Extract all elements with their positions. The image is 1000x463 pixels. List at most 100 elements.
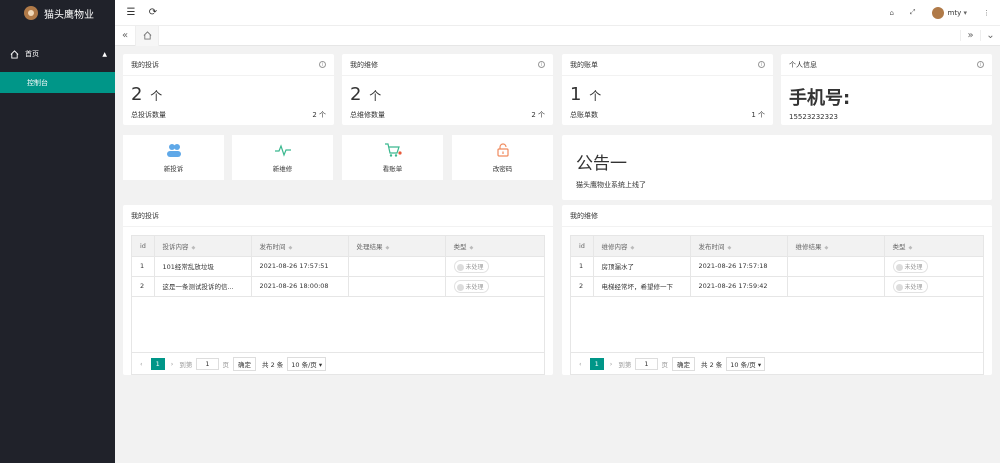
shortcut-new-complaint[interactable]: 新投诉 — [123, 135, 224, 180]
goto-page-input[interactable]: 1 — [635, 357, 658, 370]
cell-id: 2 — [132, 276, 154, 297]
page-unit: 页 — [661, 360, 669, 369]
goto-label: 到第 — [618, 360, 632, 369]
phone-label: 手机号: — [789, 88, 851, 109]
info-icon[interactable]: i — [538, 61, 545, 68]
page-size-select[interactable]: 10 条/页 ▾ — [726, 356, 766, 371]
goto-confirm-button[interactable]: 确定 — [233, 356, 256, 371]
notice-card: 公告一 猫头鹰物业系统上线了 — [562, 135, 992, 200]
col-label: 维修内容 — [601, 242, 628, 251]
pagination: ‹ 1 › 到第 1 页 确定 共 2 条 10 条/页 ▾ — [571, 352, 983, 374]
table-header: id 投诉内容 ◆ 发布时间 ◆ 处理结果 ◆ 类型 ◆ — [132, 236, 544, 257]
tag-icon[interactable]: ⌂ — [889, 9, 893, 17]
stat-card-bills: 我的账单 i 1 个 总账单数 1 个 — [562, 54, 773, 125]
cell-time: 2021-08-26 17:57:51 — [250, 256, 348, 277]
info-icon[interactable]: i — [319, 61, 326, 68]
sort-icon[interactable]: ◆ — [386, 245, 390, 251]
menu-toggle-icon[interactable]: ☰ — [125, 7, 137, 18]
shortcut-new-repair[interactable]: 新维修 — [232, 135, 333, 180]
col-label: 发布时间 — [698, 242, 725, 251]
refresh-icon[interactable]: ⟳ — [147, 7, 159, 18]
table-row[interactable]: 1 房顶漏水了 2021-08-26 17:57:18 未处理 — [571, 256, 983, 277]
pulse-icon — [274, 143, 291, 157]
fullscreen-icon[interactable]: ⤢ — [910, 8, 916, 17]
app-logo[interactable]: 猫头鹰物业 — [0, 0, 115, 26]
col-content[interactable]: 投诉内容 ◆ — [153, 236, 251, 257]
stat-unit: 个 — [150, 89, 163, 103]
col-time[interactable]: 发布时间 ◆ — [689, 236, 787, 257]
cell-time: 2021-08-26 17:59:42 — [689, 276, 787, 297]
shortcut-view-bills[interactable]: 看账单 — [342, 135, 443, 180]
sort-icon[interactable]: ◆ — [470, 245, 474, 251]
page-size-select[interactable]: 10 条/页 ▾ — [287, 356, 327, 371]
chevron-up-icon: ▲ — [102, 50, 107, 58]
card-title: 我的维修 — [350, 60, 378, 69]
avatar — [931, 6, 944, 19]
sort-icon[interactable]: ◆ — [192, 245, 196, 251]
col-time[interactable]: 发布时间 ◆ — [250, 236, 348, 257]
tab-scroll-left-icon[interactable]: « — [115, 30, 135, 41]
col-label: 维修结果 — [795, 242, 822, 251]
pagination: ‹ 1 › 到第 1 页 确定 共 2 条 10 条/页 ▾ — [132, 352, 544, 374]
cell-type: 未处理 — [883, 276, 983, 297]
sidebar-item-console[interactable]: 控制台 — [0, 72, 115, 93]
chevron-down-icon[interactable]: ⌄ — [980, 30, 1000, 41]
cell-id: 1 — [132, 256, 154, 277]
col-type[interactable]: 类型 ◆ — [444, 236, 544, 257]
sort-icon[interactable]: ◆ — [631, 245, 635, 251]
sort-icon[interactable]: ◆ — [909, 245, 913, 251]
goto-confirm-button[interactable]: 确定 — [672, 356, 695, 371]
prev-page-icon[interactable]: ‹ — [140, 360, 143, 368]
col-result[interactable]: 处理结果 ◆ — [347, 236, 445, 257]
stat-label: 总投诉数量 — [131, 111, 166, 119]
status-badge: 未处理 — [892, 259, 928, 273]
cell-result — [347, 276, 445, 297]
col-label: 发布时间 — [259, 242, 286, 251]
home-icon — [10, 49, 19, 59]
next-page-icon[interactable]: › — [610, 360, 613, 368]
user-menu[interactable]: mty ▾ — [931, 6, 967, 19]
panel-title: 我的维修 — [570, 211, 598, 220]
info-icon[interactable]: i — [977, 61, 984, 68]
sort-icon[interactable]: ◆ — [825, 245, 829, 251]
table-row[interactable]: 2 电梯经常坏，希望修一下 2021-08-26 17:59:42 未处理 — [571, 276, 983, 297]
col-result[interactable]: 维修结果 ◆ — [786, 236, 884, 257]
cell-type: 未处理 — [444, 256, 544, 277]
prev-page-icon[interactable]: ‹ — [579, 360, 582, 368]
table-row[interactable]: 2 这是一条测试投诉的信... 2021-08-26 18:00:08 未处理 — [132, 276, 544, 297]
cell-result — [786, 276, 884, 297]
sort-icon[interactable]: ◆ — [728, 245, 732, 251]
tab-scroll-right-icon[interactable]: » — [960, 30, 980, 41]
tab-home[interactable] — [135, 25, 159, 46]
col-content[interactable]: 维修内容 ◆ — [592, 236, 690, 257]
total-count: 共 2 条 — [262, 360, 284, 369]
more-icon[interactable]: ⋮ — [983, 9, 990, 17]
page-current[interactable]: 1 — [589, 357, 604, 370]
info-icon[interactable]: i — [758, 61, 765, 68]
shortcut-label: 改密码 — [492, 164, 513, 173]
page-size-value: 10 条/页 — [291, 360, 317, 369]
complaints-panel: 我的投诉 id 投诉内容 ◆ 发布时间 ◆ 处理结果 ◆ 类型 ◆ 1 101经常乱放垃… — [123, 205, 553, 375]
status-label: 未处理 — [465, 283, 484, 291]
stat-number: 2 — [350, 84, 362, 105]
stat-number: 2 — [131, 84, 143, 105]
cell-content: 电梯经常坏，希望修一下 — [592, 276, 690, 297]
shortcut-change-password[interactable]: 改密码 — [452, 135, 553, 180]
sort-icon[interactable]: ◆ — [289, 245, 293, 251]
page-current[interactable]: 1 — [150, 357, 165, 370]
notice-text: 猫头鹰物业系统上线了 — [576, 181, 646, 189]
total-count: 共 2 条 — [701, 360, 723, 369]
phone-number: 15523232323 — [789, 113, 838, 121]
stat-number: 1 — [570, 84, 582, 105]
next-page-icon[interactable]: › — [171, 360, 174, 368]
top-header: ☰ ⟳ ⌂ ⤢ mty ▾ ⋮ — [115, 0, 1000, 26]
card-title: 我的账单 — [570, 60, 598, 69]
page-unit: 页 — [222, 360, 230, 369]
status-label: 未处理 — [465, 263, 484, 271]
sidebar-item-home[interactable]: 首页 ▲ — [0, 36, 115, 72]
goto-page-input[interactable]: 1 — [196, 357, 219, 370]
table-row[interactable]: 1 101经常乱放垃圾 2021-08-26 17:57:51 未处理 — [132, 256, 544, 277]
table-header: id 维修内容 ◆ 发布时间 ◆ 维修结果 ◆ 类型 ◆ — [571, 236, 983, 257]
col-label: 类型 — [453, 242, 467, 251]
col-type[interactable]: 类型 ◆ — [883, 236, 983, 257]
